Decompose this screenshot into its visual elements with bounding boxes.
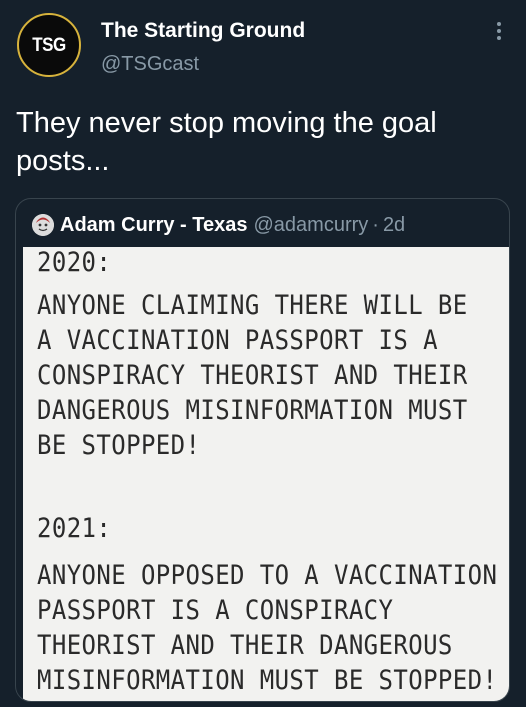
- image-text-line: BE STOPPED!: [37, 430, 201, 461]
- author-name[interactable]: The Starting Ground: [101, 19, 305, 43]
- quoted-tweet-header: Adam Curry - Texas @adamcurry · 2d: [32, 211, 405, 239]
- tweet-text: They never stop moving the goal posts...: [16, 107, 437, 177]
- separator-dot: ·: [372, 213, 379, 236]
- author-avatar[interactable]: TSG: [17, 13, 81, 77]
- author-handle[interactable]: @TSGcast: [101, 53, 199, 76]
- image-text-line: ANYONE OPPOSED TO A VACCINATION: [37, 560, 498, 591]
- tweet-header: TSG The Starting Ground @TSGcast: [0, 0, 526, 90]
- image-text-line: ANYONE CLAIMING THERE WILL BE: [37, 290, 468, 321]
- avatar-logo-text: TSG: [32, 33, 66, 56]
- image-text-line: CONSPIRACY THEORIST AND THEIR: [37, 360, 468, 391]
- image-text-line: 2021:: [37, 513, 112, 544]
- quoted-timestamp: 2d: [382, 213, 406, 236]
- quoted-author-handle: @adamcurry: [253, 213, 369, 236]
- image-text-line: DANGEROUS MISINFORMATION MUST: [37, 395, 468, 426]
- face-icon: [32, 214, 54, 236]
- image-text-line: MISINFORMATION MUST BE STOPPED!: [37, 665, 498, 696]
- image-text-line: A VACCINATION PASSPORT IS A: [37, 325, 438, 356]
- quoted-author-avatar: [32, 214, 54, 236]
- image-text-line: 2020:: [37, 247, 112, 278]
- more-vertical-icon[interactable]: [493, 22, 505, 44]
- quoted-tweet[interactable]: Adam Curry - Texas @adamcurry · 2d 2020:…: [15, 198, 510, 702]
- image-text-line: PASSPORT IS A CONSPIRACY: [37, 595, 394, 626]
- quoted-image: 2020: ANYONE CLAIMING THERE WILL BE A VA…: [23, 247, 509, 701]
- quoted-author-name: Adam Curry - Texas: [60, 213, 248, 236]
- image-text-line: THEORIST AND THEIR DANGEROUS: [37, 630, 453, 661]
